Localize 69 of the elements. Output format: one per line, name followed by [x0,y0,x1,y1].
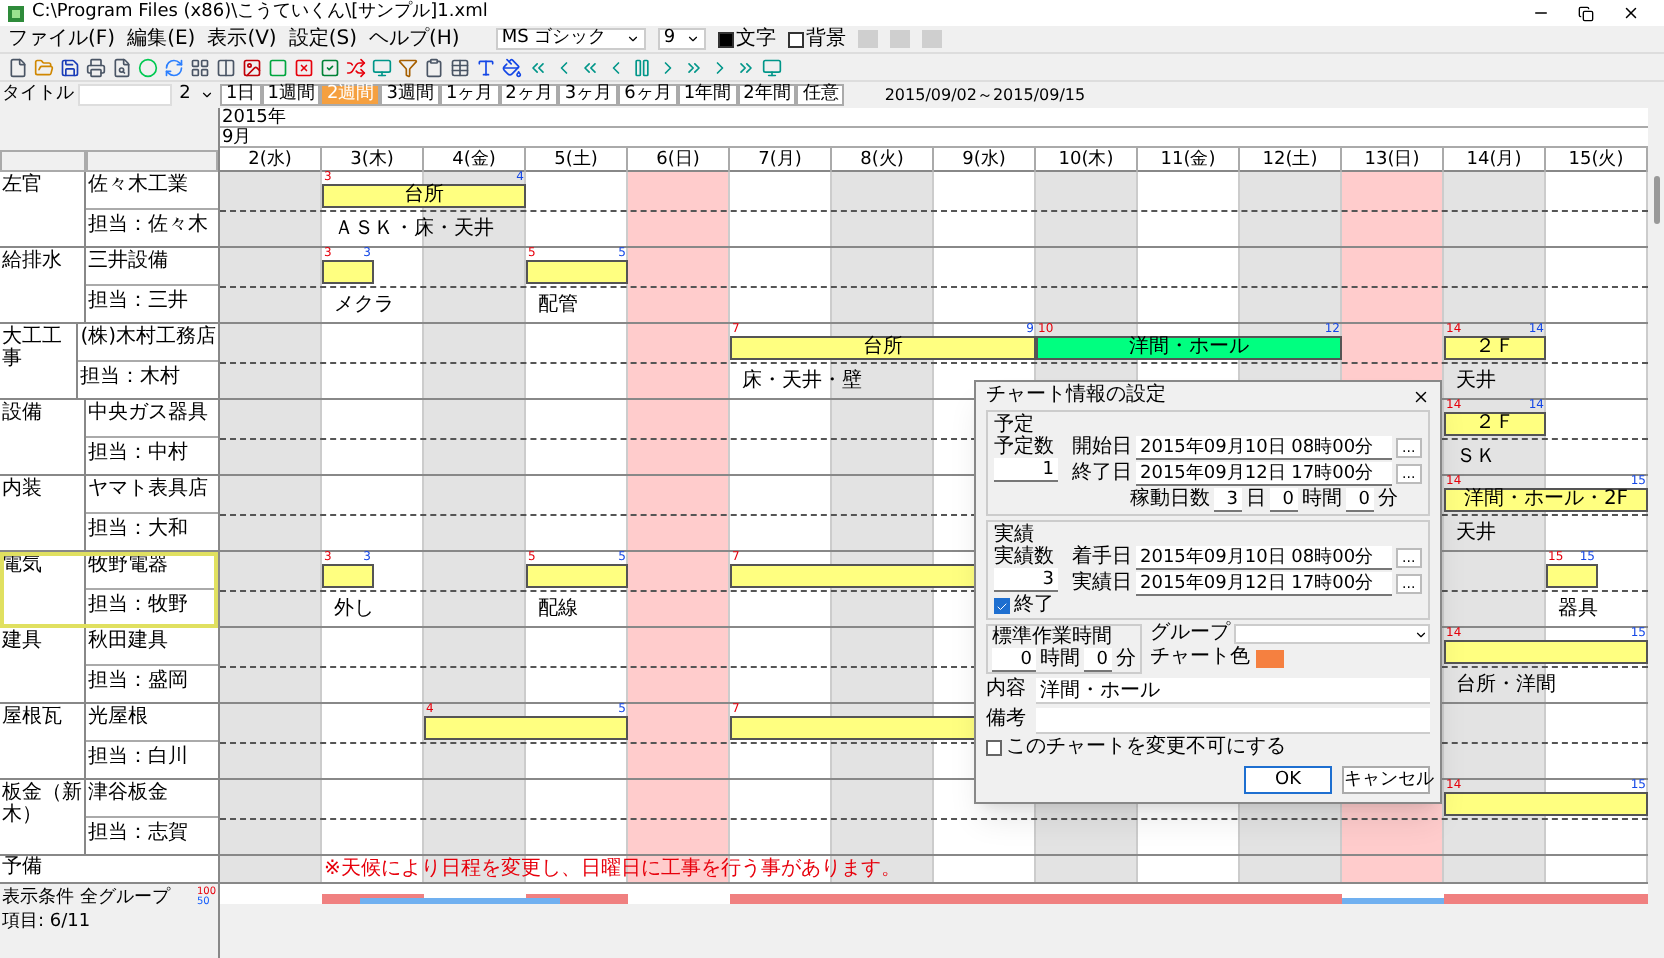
unit-label: 日 [1246,490,1266,510]
section-heading: 実績 [994,524,1034,546]
window-title: C:\Program Files (x86)\こうていくん\[サンプル]1.xml [32,4,488,22]
date-label: 開始日 [1072,438,1132,458]
company-cell: 佐々木工業 [86,172,218,209]
chart-note: 器具 [1558,598,1598,620]
staff-cell-text: 担当：佐々木 [86,211,210,239]
content-label: 内容 [986,678,1028,700]
staff-cell-text: 担当：志賀 [86,819,190,847]
count-label: 実績数 [994,546,1056,568]
days-label: 稼動日数 [1130,490,1210,510]
unit-label: 分 [1378,490,1398,510]
staff-cell-text: 担当：三井 [86,287,190,315]
group-label: グループ [1150,624,1230,644]
chart-note: ＡＳＫ・床・天井 [334,218,494,240]
trade-cell: 建具 [0,628,86,702]
chart-note: ＳＫ [1456,446,1496,468]
trade-cell: 内装 [0,476,86,550]
trade-cell: 設備 [0,400,86,474]
company-cell: ヤマト表具店 [86,476,218,513]
company-cell: 光屋根 [86,704,218,741]
color-label: 文字 [735,29,776,49]
chart-note: メクラ [334,294,394,316]
company-cell: 三井設備 [86,248,218,285]
staff-cell-text: 担当：木村 [78,363,183,391]
company-cell: (株)木村工務店 [78,324,218,361]
staff-cell-text: 担当：中村 [86,439,190,467]
staff-cell-text: 担当：大和 [86,515,190,543]
filter-label: 表示条件 全グループ [2,889,170,907]
staff-cell-text: 担当：白川 [86,743,190,771]
count-label: 予定数 [994,436,1056,458]
chart-note: 台所・洋間 [1456,674,1556,696]
trade-cell: 板金（新木） [0,780,86,854]
warning-note: ※天候により日程を変更し、日曜日に工事を行う事があります。 [324,858,901,882]
chart-color-label: チャート色 [1150,648,1250,668]
dialog-title: チャート情報の設定 [986,386,1166,406]
date-label: 着手日 [1072,548,1132,568]
lock-label: このチャートを変更不可にする [1006,738,1286,758]
unit-label: 時間 [1302,490,1342,510]
company-cell: 秋田建具 [86,628,218,665]
title-label: タイトル [2,86,74,104]
chart-note: 天井 [1456,370,1496,392]
trade-cell: 予備 [0,856,218,884]
staff-cell-text: 担当：牧野 [86,591,190,619]
date-label: 実績日 [1072,574,1132,594]
unit-label: 分 [1116,650,1136,670]
color-label: 背景 [805,29,846,49]
staff-cell-text: 担当：盛岡 [86,667,190,695]
chart-note: 床・天井・壁 [742,370,862,392]
note-label: 備考 [986,708,1028,730]
trade-cell: 給排水 [0,248,86,322]
trade-cell: 左官 [0,172,86,246]
unit-label: 時間 [1040,650,1080,670]
chart-note: 配線 [538,598,578,620]
done-label: 終了 [1014,596,1054,616]
section-heading: 予定 [994,414,1034,436]
trade-cell: 大工工事 [0,324,79,398]
year-label: 2015年 [220,108,1648,128]
date-label: 終了日 [1072,464,1132,484]
company-cell: 津谷板金 [86,780,218,817]
month-label: 9月 [220,128,1648,148]
status-text: 項目: 6/11 [0,912,93,932]
trade-cell: 屋根瓦 [0,704,86,778]
standard-time-label: 標準作業時間 [992,626,1114,648]
chart-note: 外し [334,598,374,620]
chart-note: 配管 [538,294,578,316]
chart-note: 天井 [1456,522,1496,544]
company-cell: 中央ガス器具 [86,400,218,437]
date-range: 2015/09/02～2015/09/15 [884,87,1086,103]
